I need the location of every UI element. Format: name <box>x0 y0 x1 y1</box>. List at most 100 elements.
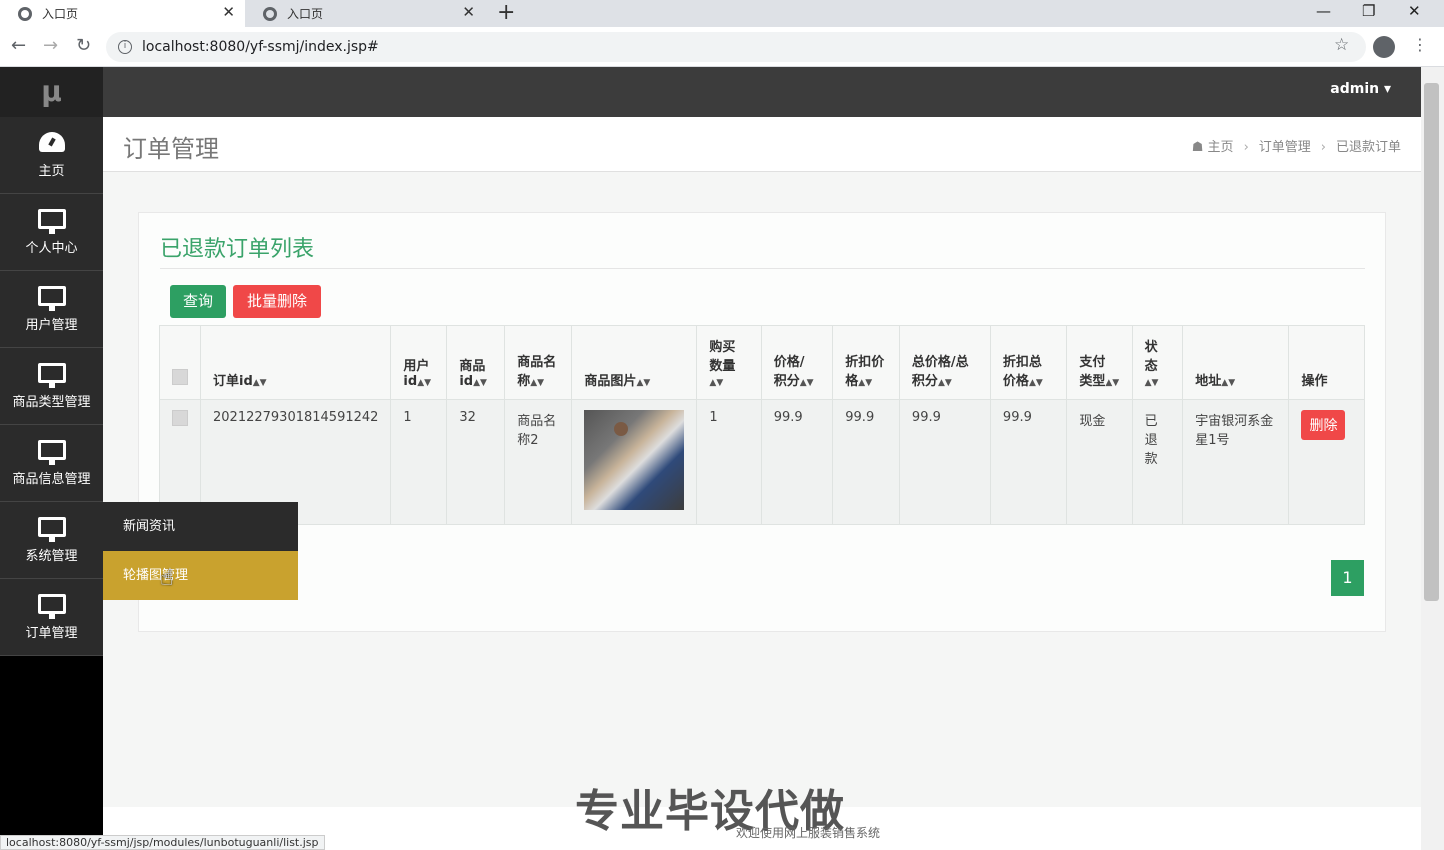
query-button[interactable]: 查询 <box>170 285 226 318</box>
column-header[interactable]: 地址▲▼ <box>1182 325 1290 400</box>
close-window-icon[interactable]: ✕ <box>1408 0 1421 22</box>
cell-product-id: 32 <box>446 399 506 525</box>
page-header: 订单管理 ☗ 主页 › 订单管理 › 已退款订单 <box>103 117 1421 172</box>
sort-icon: ▲▼ <box>1105 378 1120 388</box>
breadcrumb-separator: › <box>1243 140 1249 155</box>
breadcrumb-orders[interactable]: 订单管理 <box>1259 140 1311 155</box>
submenu-item-news[interactable]: 新闻资讯 <box>103 502 298 551</box>
sidebar-item-user-management[interactable]: 用户管理 <box>0 271 103 348</box>
select-all-checkbox[interactable] <box>172 369 188 385</box>
batch-delete-button[interactable]: 批量删除 <box>233 285 321 318</box>
forward-icon[interactable]: → <box>43 35 58 56</box>
pagination-page[interactable]: 1 <box>1331 560 1364 596</box>
minimize-icon[interactable]: — <box>1316 0 1331 22</box>
sort-icon: ▲▼ <box>1144 378 1159 388</box>
sidebar-item-label: 用户管理 <box>25 317 78 333</box>
restore-icon[interactable]: ❐ <box>1362 0 1375 22</box>
sort-icon: ▲▼ <box>252 378 267 388</box>
sidebar-item-system[interactable]: 系统管理 <box>0 502 103 579</box>
logo: μ <box>0 67 103 117</box>
sidebar-item-home[interactable]: 主页 <box>0 117 103 194</box>
sort-icon: ▲▼ <box>799 378 814 388</box>
back-icon[interactable]: ← <box>11 35 26 56</box>
browser-toolbar: ← → ↻ i localhost:8080/yf-ssmj/index.jsp… <box>0 27 1444 67</box>
scrollbar[interactable] <box>1421 67 1444 850</box>
product-image <box>584 410 685 510</box>
table-header-row: 订单id▲▼ 用户 id▲▼ 商品 id▲▼ 商品名 称▲▼ 商品图片▲▼ 购买 数量▲… <box>159 325 1365 400</box>
column-header[interactable]: 支付 类型▲▼ <box>1066 325 1133 400</box>
column-header[interactable]: 商品 id▲▼ <box>446 325 506 400</box>
column-header: 操作 <box>1288 325 1365 400</box>
scrollbar-thumb[interactable] <box>1424 83 1439 601</box>
hand-cursor-icon: ☝ <box>160 566 174 591</box>
browser-tab[interactable]: 入口页 ✕ <box>245 0 485 27</box>
app: μ 主页 个人中心 用户管理 商品类型管理 商品信息管理 系统管理 订单管理 新… <box>0 67 1444 850</box>
column-header[interactable]: 购买 数量▲▼ <box>696 325 762 400</box>
browser-tab-active[interactable]: 入口页 ✕ <box>0 0 245 27</box>
sidebar-item-product-info[interactable]: 商品信息管理 <box>0 425 103 502</box>
column-header[interactable]: 价格/积分▲▼ <box>760 325 834 400</box>
column-header[interactable]: 折扣总 价格▲▼ <box>989 325 1068 400</box>
sort-icon: ▲▼ <box>1028 378 1043 388</box>
sidebar-item-label: 系统管理 <box>25 548 78 564</box>
address-bar[interactable]: i localhost:8080/yf-ssmj/index.jsp# <box>106 32 1366 62</box>
sidebar-item-personal-center[interactable]: 个人中心 <box>0 194 103 271</box>
cell-pay-type: 现金 <box>1066 399 1133 525</box>
menu-kebab-icon[interactable]: ⋮ <box>1412 35 1428 54</box>
globe-icon <box>263 6 277 21</box>
info-icon[interactable]: i <box>118 40 132 54</box>
cell-product-image <box>571 399 698 525</box>
tab-label: 入口页 <box>42 7 79 21</box>
column-header[interactable]: 商品名 称▲▼ <box>504 325 573 400</box>
cell-discount-price: 99.9 <box>832 399 900 525</box>
sort-icon: ▲▼ <box>530 378 545 388</box>
page-title: 订单管理 <box>123 135 219 163</box>
sort-icon: ▲▼ <box>937 378 952 388</box>
sort-icon: ▲▼ <box>417 378 432 388</box>
sidebar-item-label: 商品类型管理 <box>12 394 91 410</box>
column-header[interactable]: 状态▲▼ <box>1131 325 1184 400</box>
cell-total: 99.9 <box>898 399 991 525</box>
sidebar-item-label: 主页 <box>38 163 65 179</box>
cell-user-id: 1 <box>390 399 448 525</box>
breadcrumb-home[interactable]: 主页 <box>1208 140 1234 155</box>
close-tab-icon[interactable]: ✕ <box>222 3 235 21</box>
cell-product-name: 商品名称2 <box>504 399 573 525</box>
status-bar-url: localhost:8080/yf-ssmj/jsp/modules/lunbo… <box>0 835 325 850</box>
column-header[interactable]: 折扣价 格▲▼ <box>832 325 900 400</box>
close-tab-icon[interactable]: ✕ <box>462 3 475 21</box>
column-header[interactable]: 用户 id▲▼ <box>390 325 448 400</box>
home-icon: ☗ <box>1191 140 1204 155</box>
divider <box>160 268 1365 269</box>
sidebar-item-label: 商品信息管理 <box>12 471 91 487</box>
main-content: 订单管理 ☗ 主页 › 订单管理 › 已退款订单 已退款订单列表 查询 批量删除 订单i… <box>103 117 1421 850</box>
table-row: 20212279301814591242 1 32 商品名称2 1 99.9 9… <box>159 399 1365 525</box>
sidebar-item-product-type[interactable]: 商品类型管理 <box>0 348 103 425</box>
column-header[interactable]: 订单id▲▼ <box>199 325 392 400</box>
url-text: localhost:8080/yf-ssmj/index.jsp# <box>142 39 379 55</box>
column-header[interactable]: 商品图片▲▼ <box>571 325 698 400</box>
monitor-icon <box>37 285 66 311</box>
monitor-icon <box>37 516 66 542</box>
column-header[interactable]: 总价格/总 积分▲▼ <box>898 325 991 400</box>
orders-table: 订单id▲▼ 用户 id▲▼ 商品 id▲▼ 商品名 称▲▼ 商品图片▲▼ 购买 数量▲… <box>159 325 1365 525</box>
system-submenu: 新闻资讯 轮播图管理 <box>103 502 298 600</box>
profile-avatar-icon[interactable] <box>1373 36 1395 58</box>
sort-icon: ▲▼ <box>473 378 487 388</box>
row-checkbox[interactable] <box>172 410 188 426</box>
breadcrumb-separator: › <box>1320 140 1326 155</box>
reload-icon[interactable]: ↻ <box>76 35 91 56</box>
sidebar: μ 主页 个人中心 用户管理 商品类型管理 商品信息管理 系统管理 订单管理 <box>0 67 103 850</box>
globe-icon <box>18 6 32 21</box>
dashboard-icon <box>38 131 65 152</box>
new-tab-icon[interactable]: + <box>497 0 515 26</box>
monitor-icon <box>37 208 66 234</box>
user-menu[interactable]: admin ▾ <box>1330 81 1391 97</box>
monitor-icon <box>37 362 66 388</box>
sidebar-item-orders[interactable]: 订单管理 <box>0 579 103 656</box>
bookmark-star-icon[interactable]: ☆ <box>1334 35 1349 55</box>
breadcrumb: ☗ 主页 › 订单管理 › 已退款订单 <box>1192 136 1401 155</box>
sidebar-item-label: 订单管理 <box>25 625 78 641</box>
delete-button[interactable]: 删除 <box>1301 410 1346 440</box>
submenu-item-carousel[interactable]: 轮播图管理 <box>103 551 298 600</box>
